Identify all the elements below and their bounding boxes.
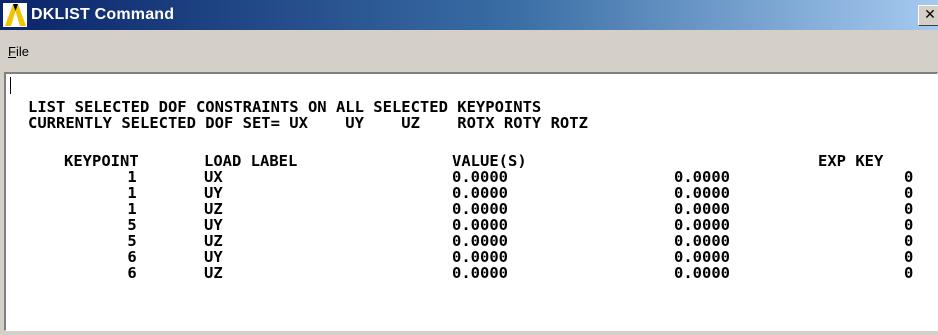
cell-value-2: 0.0000 — [674, 200, 730, 218]
cell-value-2: 0.0000 — [674, 216, 730, 234]
cell-exp-key: 0 — [904, 168, 914, 186]
cell-value-2: 0.0000 — [674, 232, 730, 250]
cell-keypoint: 1 — [127, 200, 137, 218]
cell-value-1: 0.0000 — [452, 184, 508, 202]
cell-load-label: UY — [204, 184, 223, 202]
cell-exp-key: 0 — [904, 216, 914, 234]
menu-mnemonic: F — [8, 44, 16, 59]
cell-keypoint: 5 — [127, 232, 137, 250]
cell-value-2: 0.0000 — [674, 168, 730, 186]
cell-value-1: 0.0000 — [452, 168, 508, 186]
cell-keypoint: 5 — [127, 216, 137, 234]
menu-bar: File — [0, 30, 938, 70]
cell-load-label: UY — [204, 216, 223, 234]
window-title: DKLIST Command — [31, 6, 175, 23]
header-values: VALUE(S) — [452, 152, 527, 170]
cell-keypoint: 6 — [127, 264, 137, 282]
output-heading-line-2: CURRENTLY SELECTED DOF SET= UX UY UZ ROT… — [28, 114, 588, 132]
cell-exp-key: 0 — [904, 200, 914, 218]
close-icon: ✕ — [924, 7, 936, 23]
header-keypoint: KEYPOINT — [64, 152, 139, 170]
close-button[interactable]: ✕ — [918, 5, 938, 26]
cell-keypoint: 6 — [127, 248, 137, 266]
cell-value-1: 0.0000 — [452, 232, 508, 250]
header-load-label: LOAD LABEL — [204, 152, 298, 170]
cell-value-2: 0.0000 — [674, 264, 730, 282]
cell-value-2: 0.0000 — [674, 184, 730, 202]
cell-load-label: UY — [204, 248, 223, 266]
ansys-logo-icon — [3, 3, 27, 27]
cell-keypoint: 1 — [127, 168, 137, 186]
cell-exp-key: 0 — [904, 232, 914, 250]
cell-exp-key: 0 — [904, 264, 914, 282]
cell-value-1: 0.0000 — [452, 216, 508, 234]
cell-load-label: UZ — [204, 200, 223, 218]
cell-keypoint: 1 — [127, 184, 137, 202]
menu-item-file[interactable]: File — [8, 44, 29, 60]
cell-exp-key: 0 — [904, 248, 914, 266]
cell-value-1: 0.0000 — [452, 264, 508, 282]
cell-value-1: 0.0000 — [452, 200, 508, 218]
cell-load-label: UZ — [204, 264, 223, 282]
cell-value-2: 0.0000 — [674, 248, 730, 266]
cell-value-1: 0.0000 — [452, 248, 508, 266]
header-exp-key: EXP KEY — [818, 152, 884, 170]
cell-load-label: UX — [204, 168, 223, 186]
command-output-area[interactable]: LIST SELECTED DOF CONSTRAINTS ON ALL SEL… — [4, 72, 938, 331]
text-cursor — [10, 77, 11, 94]
menu-label-rest: ile — [15, 44, 29, 59]
title-bar[interactable]: DKLIST Command ✕ — [0, 0, 938, 30]
dklist-command-window: DKLIST Command ✕ File LIST SELECTED DOF … — [0, 0, 938, 335]
cell-load-label: UZ — [204, 232, 223, 250]
output-heading-line-1: LIST SELECTED DOF CONSTRAINTS ON ALL SEL… — [28, 98, 542, 116]
cell-exp-key: 0 — [904, 184, 914, 202]
